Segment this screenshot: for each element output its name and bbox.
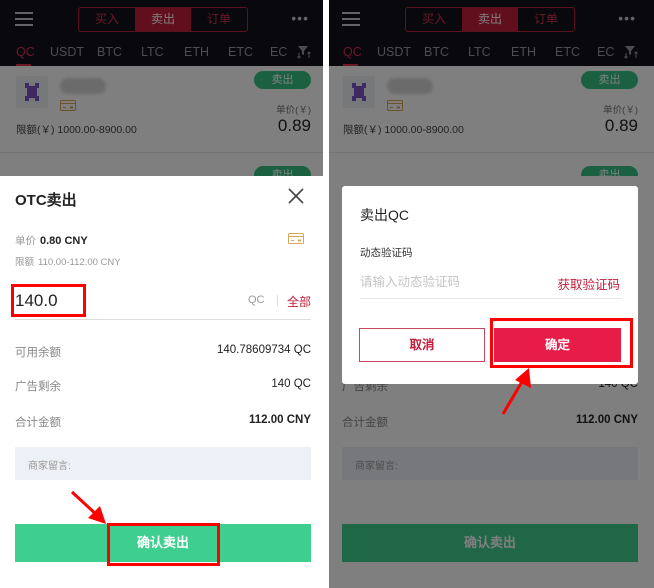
screen-verify-dialog: 买入 卖出 订单 ••• QC USDT BTC LTC ETH ETC EC: [327, 0, 654, 588]
sheet-title: OTC卖出: [15, 192, 77, 209]
total-amount-label: 合计金额: [15, 417, 61, 429]
verification-code-input[interactable]: [360, 272, 520, 292]
cancel-button[interactable]: 取消: [359, 328, 485, 362]
otc-sell-sheet: OTC卖出 单价0.80 CNY 限额110.00-112.00 CNY QC …: [0, 176, 327, 588]
panel-divider: [323, 0, 329, 588]
confirm-sell-button[interactable]: 确认卖出: [15, 524, 311, 562]
divider: [277, 295, 278, 306]
modal-overlay[interactable]: [0, 0, 327, 176]
amount-unit: QC: [248, 294, 265, 306]
ad-remaining-label: 广告剩余: [15, 381, 61, 393]
sell-all-link[interactable]: 全部: [287, 293, 311, 310]
unit-price-label: 单价: [15, 235, 36, 247]
limit-value: 110.00-112.00 CNY: [38, 257, 121, 268]
total-amount-value: 112.00 CNY: [248, 414, 311, 426]
ad-remaining-value: 140 QC: [271, 378, 311, 390]
limit-label: 限额: [15, 257, 35, 268]
input-underline: [360, 298, 622, 299]
unit-price-value: 0.80 CNY: [40, 235, 88, 247]
bank-card-icon: [288, 233, 304, 244]
confirm-button[interactable]: 确定: [494, 328, 621, 362]
available-balance-label: 可用余额: [15, 347, 61, 359]
unit-price-row: 单价 0.80 CNY: [15, 233, 88, 248]
merchant-note: 商家留言:: [15, 447, 311, 480]
close-icon[interactable]: [287, 187, 305, 205]
code-label: 动态验证码: [360, 247, 413, 259]
get-code-button[interactable]: 获取验证码: [557, 274, 620, 293]
limit-row: 限额 110.00-112.00 CNY: [15, 254, 121, 268]
amount-input[interactable]: [15, 288, 115, 314]
screen-otc-sell: 买入 卖出 订单 ••• QC USDT BTC LTC ETH ETC EC: [0, 0, 327, 588]
input-underline: [15, 319, 311, 320]
verify-dialog: 卖出QC 动态验证码 获取验证码 取消 确定: [342, 186, 638, 384]
available-balance-value: 140.78609734 QC: [217, 344, 311, 356]
dialog-title: 卖出QC: [360, 207, 409, 223]
